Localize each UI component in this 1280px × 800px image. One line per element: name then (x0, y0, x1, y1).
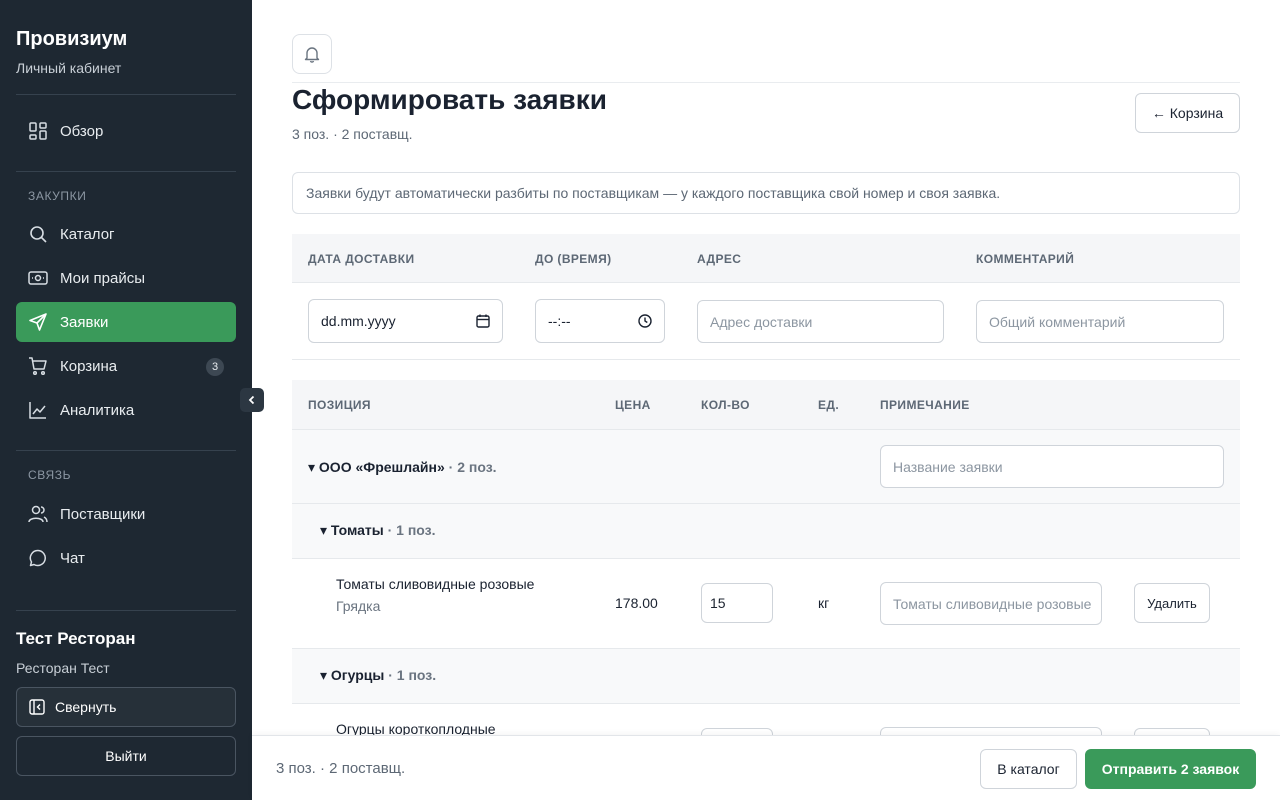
organization-name: Тест Ресторан (16, 629, 136, 648)
item-note-input[interactable]: Томаты сливовидные розовые (880, 582, 1102, 625)
order-name-input[interactable]: Название заявки (880, 445, 1224, 488)
column-header-note: ПРИМЕЧАНИЕ (880, 398, 970, 412)
column-header-qty: КОЛ-ВО (701, 398, 750, 412)
app-title: Провизиум (16, 28, 128, 50)
price-tag-icon (28, 268, 48, 288)
delivery-time-input[interactable]: --:-- (535, 299, 665, 343)
column-header-price: ЦЕНА (615, 398, 651, 412)
send-icon (28, 312, 48, 332)
action-bar: 3 поз. · 2 поставщ. В каталог Отправить … (252, 735, 1280, 800)
category-item-count: · 1 поз. (384, 667, 437, 683)
sidebar: Провизиум Личный кабинет Обзор ЗАКУПКИ К… (0, 0, 252, 800)
sidebar-item-label: Корзина (60, 357, 118, 375)
sidebar-divider (16, 450, 236, 451)
category-item-count: · 1 поз. (383, 522, 436, 538)
app-subtitle: Личный кабинет (16, 60, 122, 76)
back-to-cart-button[interactable]: ← Корзина (1135, 93, 1240, 133)
header-divider (292, 82, 1240, 83)
sidebar-collapse-icon (29, 699, 45, 715)
sidebar-divider (16, 171, 236, 172)
sidebar-item-label: Обзор (60, 122, 104, 140)
category-label: ▾ Огурцы · 1 поз. (320, 667, 436, 684)
column-header-date: ДАТА ДОСТАВКИ (308, 252, 415, 266)
sidebar-item-label: Каталог (60, 225, 115, 243)
chevron-left-icon (248, 395, 255, 405)
table-row: Томаты сливовидные розовые Грядка 178.00… (292, 559, 1240, 649)
sidebar-item-suppliers[interactable]: Поставщики (16, 494, 236, 534)
organization-subtitle: Ресторан Тест (16, 660, 110, 676)
date-value: dd.mm.yyyy (321, 313, 396, 329)
cart-icon (28, 356, 48, 376)
supplier-item-count: · 2 поз. (444, 459, 497, 475)
sidebar-item-orders[interactable]: Заявки (16, 302, 236, 342)
sidebar-item-label: Поставщики (60, 505, 146, 523)
cart-count-badge: 3 (206, 358, 224, 376)
sidebar-divider (16, 610, 236, 611)
quantity-input[interactable]: 15 (701, 583, 773, 623)
item-unit: кг (818, 595, 830, 611)
column-header-position: ПОЗИЦИЯ (308, 398, 371, 412)
collapse-sidebar-button[interactable]: Свернуть (16, 687, 236, 727)
send-orders-button[interactable]: Отправить 2 заявок (1085, 749, 1256, 789)
sidebar-item-label: Чат (60, 549, 85, 567)
delivery-settings: ДАТА ДОСТАВКИ ДО (ВРЕМЯ) АДРЕС КОММЕНТАР… (292, 234, 1240, 360)
users-icon (28, 504, 48, 524)
sidebar-item-analytics[interactable]: Аналитика (16, 390, 236, 430)
sidebar-item-label: Заявки (60, 313, 109, 331)
logout-button[interactable]: Выйти (16, 736, 236, 776)
catalog-button[interactable]: В каталог (980, 749, 1077, 789)
sidebar-toggle-handle[interactable] (240, 388, 264, 412)
clock-icon (638, 314, 652, 328)
item-supplier: Грядка (336, 598, 381, 614)
supplier-group-label: ▾ ООО «Фрешлайн» · 2 поз. (308, 459, 497, 476)
sidebar-item-chat[interactable]: Чат (16, 538, 236, 578)
category-group-row[interactable]: ▾ Огурцы · 1 поз. (292, 649, 1240, 704)
info-banner: Заявки будут автоматически разбиты по по… (292, 172, 1240, 214)
sidebar-item-label: Мои прайсы (60, 269, 146, 287)
column-header-time: ДО (ВРЕМЯ) (535, 252, 612, 266)
item-name: Томаты сливовидные розовые (336, 576, 535, 592)
chart-icon (28, 400, 48, 420)
category-label: ▾ Томаты · 1 поз. (320, 522, 436, 539)
delete-item-button[interactable]: Удалить (1134, 583, 1210, 623)
page-summary: 3 поз. · 2 поставщ. (292, 126, 413, 142)
comment-input[interactable]: Общий комментарий (976, 300, 1224, 343)
bell-icon (304, 47, 320, 63)
grid-icon (28, 121, 48, 141)
chat-icon (28, 548, 48, 568)
notifications-button[interactable] (292, 34, 332, 74)
supplier-group-row[interactable]: ▾ ООО «Фрешлайн» · 2 поз. Название заявк… (292, 430, 1240, 504)
item-price: 178.00 (615, 595, 658, 611)
order-items-table: ПОЗИЦИЯ ЦЕНА КОЛ-ВО ЕД. ПРИМЕЧАНИЕ ▾ ООО… (292, 380, 1240, 794)
category-name: ▾ Огурцы (320, 667, 385, 683)
sidebar-item-cart[interactable]: Корзина 3 (16, 346, 236, 386)
column-header-unit: ЕД. (818, 398, 840, 412)
section-label-communication: СВЯЗЬ (28, 468, 72, 482)
category-name: ▾ Томаты (320, 522, 384, 538)
items-header-row: ПОЗИЦИЯ ЦЕНА КОЛ-ВО ЕД. ПРИМЕЧАНИЕ (292, 380, 1240, 430)
main-content: Сформировать заявки 3 поз. · 2 поставщ. … (252, 0, 1280, 800)
category-group-row[interactable]: ▾ Томаты · 1 поз. (292, 504, 1240, 559)
search-icon (28, 224, 48, 244)
column-header-address: АДРЕС (697, 252, 742, 266)
supplier-name: ▾ ООО «Фрешлайн» (308, 459, 445, 475)
sidebar-item-overview[interactable]: Обзор (16, 111, 236, 151)
page-title: Сформировать заявки (292, 84, 607, 115)
sidebar-divider (16, 94, 236, 95)
calendar-icon (476, 314, 490, 328)
time-value: --:-- (548, 313, 571, 329)
sidebar-item-label: Аналитика (60, 401, 135, 419)
collapse-label: Свернуть (55, 699, 117, 715)
delivery-header-row: ДАТА ДОСТАВКИ ДО (ВРЕМЯ) АДРЕС КОММЕНТАР… (292, 234, 1240, 283)
section-label-purchases: ЗАКУПКИ (28, 189, 87, 203)
sidebar-item-prices[interactable]: Мои прайсы (16, 258, 236, 298)
delivery-date-input[interactable]: dd.mm.yyyy (308, 299, 503, 343)
sidebar-item-catalog[interactable]: Каталог (16, 214, 236, 254)
row-divider (292, 359, 1240, 360)
column-header-comment: КОММЕНТАРИЙ (976, 252, 1075, 266)
delivery-address-input[interactable]: Адрес доставки (697, 300, 944, 343)
footer-summary: 3 поз. · 2 поставщ. (276, 760, 406, 777)
